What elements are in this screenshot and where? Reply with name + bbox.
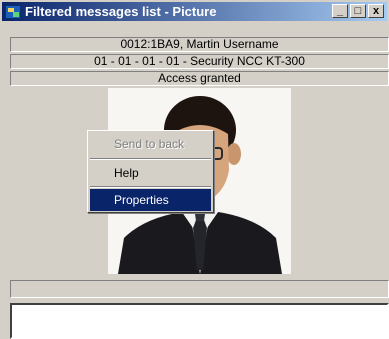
close-button[interactable]: x bbox=[368, 4, 384, 18]
app-icon bbox=[5, 4, 21, 19]
menu-separator bbox=[90, 158, 211, 160]
user-info: 0012:1BA9, Martin Username bbox=[10, 37, 389, 52]
window-controls: _ □ x bbox=[332, 4, 384, 18]
menu-item-send-to-back: Send to back bbox=[114, 137, 185, 151]
menu-item-help[interactable]: Help bbox=[90, 162, 211, 184]
picture-window: Filtered messages list - Picture _ □ x 0… bbox=[0, 0, 389, 339]
access-status: Access granted bbox=[10, 71, 389, 86]
menu-item-properties[interactable]: Properties bbox=[90, 189, 211, 211]
context-menu: Send to back Help Properties bbox=[87, 130, 214, 213]
device-info: 01 - 01 - 01 - 01 - Security NCC KT-300 bbox=[10, 54, 389, 69]
message-text-area[interactable] bbox=[10, 303, 389, 339]
title-bar[interactable]: Filtered messages list - Picture _ □ x bbox=[2, 2, 387, 21]
maximize-button[interactable]: □ bbox=[350, 4, 366, 18]
window-title: Filtered messages list - Picture bbox=[25, 4, 217, 19]
minimize-button[interactable]: _ bbox=[332, 4, 348, 18]
status-bar bbox=[10, 280, 389, 298]
menu-separator bbox=[90, 186, 211, 188]
